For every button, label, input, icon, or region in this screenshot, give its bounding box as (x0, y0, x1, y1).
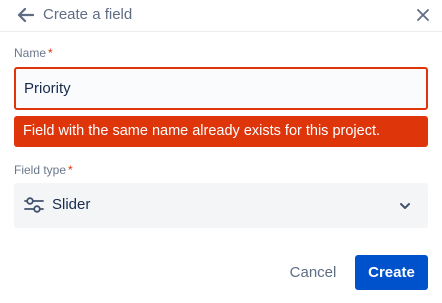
back-button[interactable] (14, 5, 36, 25)
name-label-text: Name (14, 46, 47, 60)
create-button[interactable]: Create (355, 255, 428, 290)
name-label: Name * (14, 46, 53, 60)
field-type-select[interactable]: Slider (14, 183, 428, 228)
create-field-dialog: Create a field Name* Field with the same… (0, 0, 442, 303)
arrow-left-icon (17, 7, 34, 23)
dialog-title: Create a field (43, 6, 133, 23)
required-marker: * (68, 163, 73, 177)
field-type-value: Slider (52, 196, 91, 213)
name-error-message: Field with the same name already exists … (14, 116, 428, 147)
slider-icon (24, 197, 44, 213)
field-type-label-text: Field type (14, 163, 67, 177)
name-input[interactable] (14, 67, 428, 110)
chevron-down-icon (400, 203, 410, 209)
close-button[interactable] (414, 6, 432, 24)
close-icon (417, 9, 429, 21)
field-type-label: Field type * (14, 163, 73, 177)
required-marker: * (48, 46, 53, 60)
dialog-header: Create a field (0, 0, 442, 32)
cancel-button[interactable]: Cancel (280, 256, 346, 288)
